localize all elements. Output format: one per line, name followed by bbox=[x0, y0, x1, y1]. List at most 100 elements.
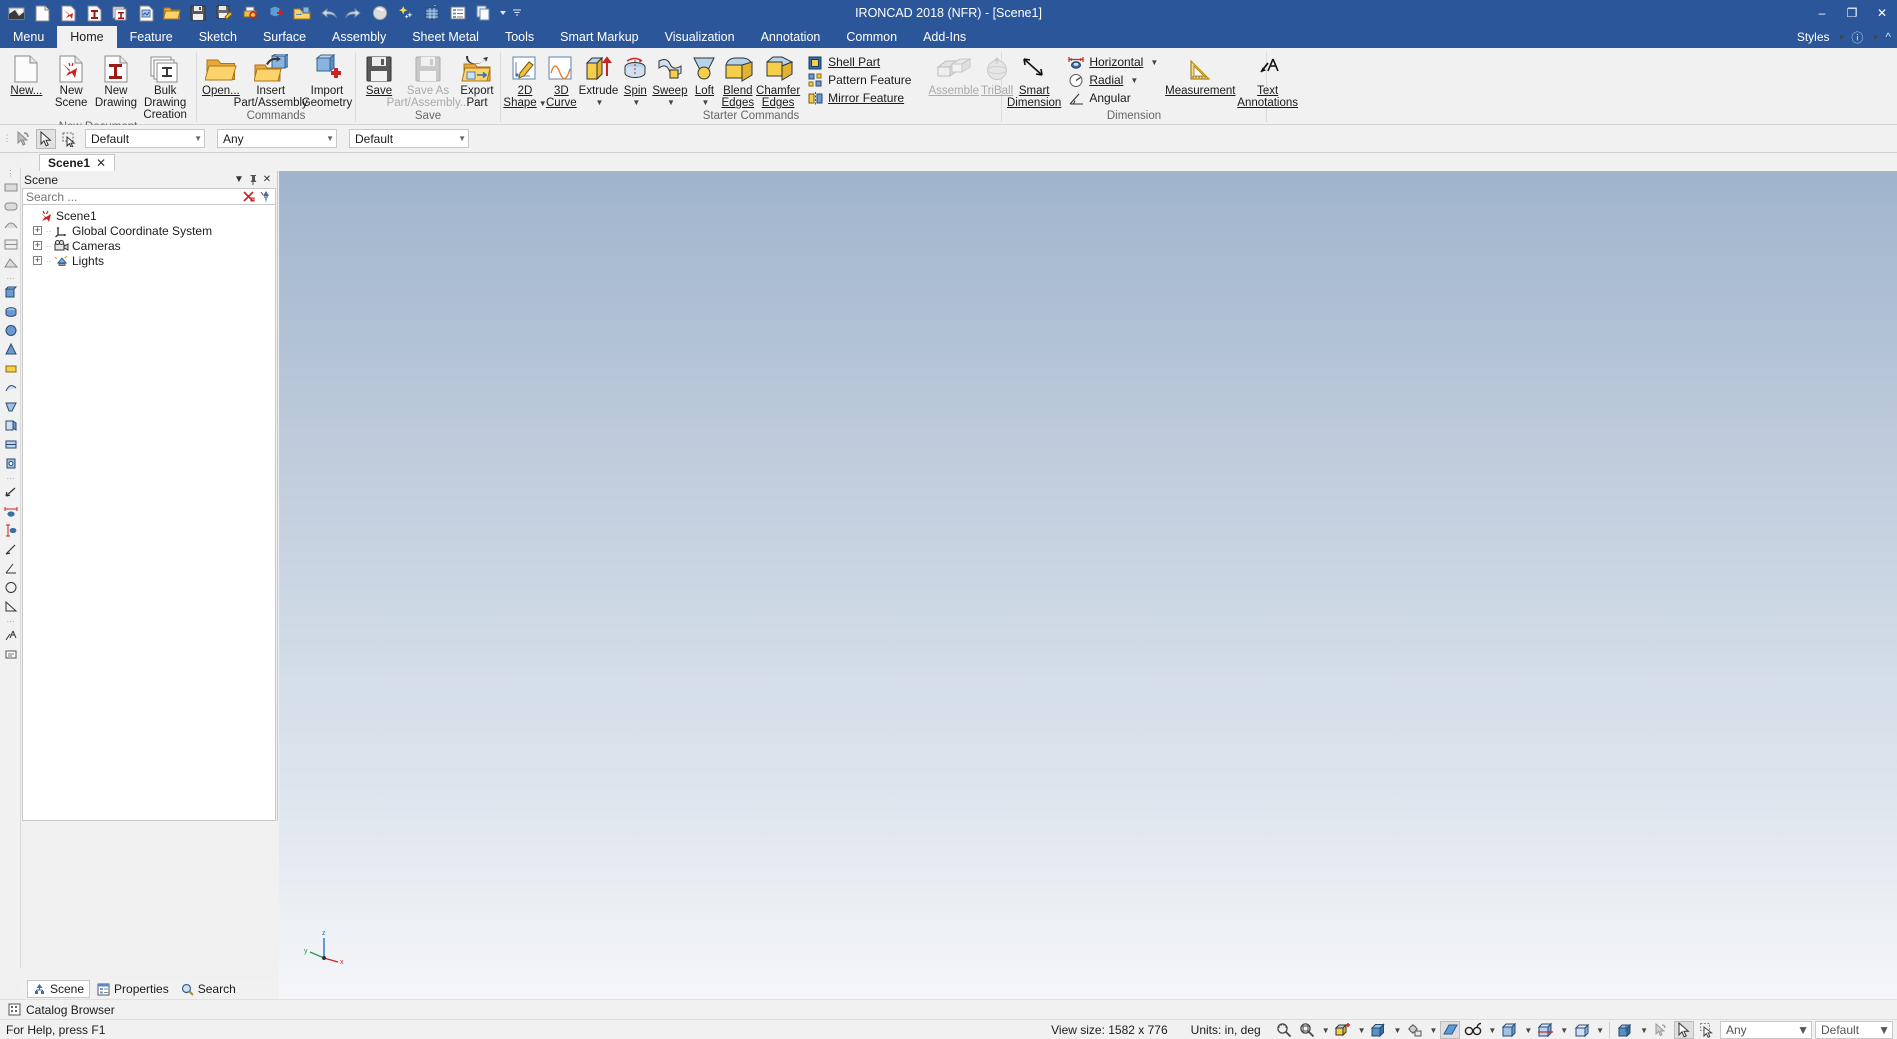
display-style-dropdown-icon[interactable]: ▼ bbox=[1524, 1026, 1532, 1035]
bulk-drawing-icon[interactable] bbox=[108, 2, 132, 24]
tree-filter-icon[interactable] bbox=[257, 189, 275, 204]
search-input[interactable] bbox=[23, 188, 239, 205]
status-filter-combo[interactable]: Any ▼ bbox=[1720, 1021, 1812, 1039]
annotation-tool-icon-1[interactable] bbox=[0, 626, 21, 645]
smart-dimension-button[interactable]: Smart Dimension bbox=[1006, 51, 1062, 109]
new-drawing-icon[interactable] bbox=[82, 2, 106, 24]
extrude-dropdown-icon[interactable]: ▼ bbox=[596, 97, 604, 109]
strip-grip[interactable]: ⋮ bbox=[0, 168, 21, 178]
horizontal-dimension-button[interactable]: Horizontal ▼ bbox=[1064, 53, 1162, 71]
dimension-tool-icon-6[interactable] bbox=[0, 578, 21, 597]
filter-combo[interactable]: Any ▼ bbox=[217, 129, 337, 148]
chevron-down-icon[interactable]: ▼ bbox=[454, 134, 466, 143]
render-button[interactable] bbox=[1615, 1021, 1635, 1039]
properties-icon[interactable] bbox=[446, 2, 470, 24]
dimension-tool-icon-7[interactable] bbox=[0, 597, 21, 616]
minimize-ribbon-icon[interactable]: ^ bbox=[1885, 30, 1891, 44]
chevron-down-icon[interactable]: ▼ bbox=[322, 134, 334, 143]
pick-cursor-icon[interactable] bbox=[36, 128, 56, 149]
chevron-down-icon[interactable]: ▼ bbox=[1878, 1023, 1890, 1037]
loft-button[interactable]: Loft ▼ bbox=[688, 51, 720, 109]
toolbar-grip[interactable]: ⋮ bbox=[3, 130, 12, 148]
sweep-button[interactable]: Sweep ▼ bbox=[651, 51, 688, 109]
save-as-part-assembly-button[interactable]: Save As Part/Assembly... bbox=[387, 51, 469, 109]
scope-combo[interactable]: Default ▼ bbox=[349, 129, 469, 148]
shape-tool-icon-3[interactable] bbox=[0, 321, 21, 340]
standard-views-button[interactable] bbox=[1369, 1021, 1389, 1039]
close-icon[interactable]: ✕ bbox=[96, 156, 106, 170]
scene-tree[interactable]: Scene1 + ·· Global Coordinate System + ·… bbox=[22, 205, 276, 821]
shape-tool-icon-1[interactable] bbox=[0, 283, 21, 302]
render-icon[interactable] bbox=[368, 2, 392, 24]
camera-view-dropdown-icon[interactable]: ▼ bbox=[1429, 1026, 1437, 1035]
tab-smart-markup[interactable]: Smart Markup bbox=[547, 26, 652, 48]
style-combo[interactable]: Default ▼ bbox=[85, 129, 205, 148]
extrude-button[interactable]: Extrude ▼ bbox=[578, 51, 620, 109]
undo-icon[interactable] bbox=[316, 2, 340, 24]
measurement-button[interactable]: Measurement bbox=[1164, 51, 1236, 97]
chevron-down-icon[interactable]: ▼ bbox=[190, 134, 202, 143]
angular-dimension-button[interactable]: Angular bbox=[1064, 89, 1162, 107]
qat-copy-dropdown-icon[interactable] bbox=[498, 2, 508, 24]
view-orientation-dropdown-icon[interactable]: ▼ bbox=[1358, 1026, 1366, 1035]
print-icon[interactable] bbox=[238, 2, 262, 24]
print-preview-button[interactable] bbox=[1571, 1021, 1591, 1039]
view-orientation-button[interactable] bbox=[1333, 1021, 1353, 1039]
tree-item-scene1[interactable]: Scene1 bbox=[28, 208, 275, 223]
maximize-button[interactable]: ❐ bbox=[1837, 0, 1867, 26]
tab-feature[interactable]: Feature bbox=[117, 26, 186, 48]
close-button[interactable]: ✕ bbox=[1867, 0, 1897, 26]
open-icon[interactable] bbox=[160, 2, 184, 24]
section-cube-dropdown-icon[interactable]: ▼ bbox=[1560, 1026, 1568, 1035]
mirror-feature-button[interactable]: Mirror Feature bbox=[803, 89, 915, 107]
new-drawing-button[interactable]: New Drawing bbox=[94, 51, 139, 109]
tab-common[interactable]: Common bbox=[833, 26, 910, 48]
spin-dropdown-icon[interactable]: ▼ bbox=[632, 97, 640, 109]
status-style-combo[interactable]: Default ▼ bbox=[1815, 1021, 1893, 1039]
dimension-tool-icon-1[interactable] bbox=[0, 483, 21, 502]
shape-tool-icon-9[interactable] bbox=[0, 435, 21, 454]
cursor-button[interactable] bbox=[1674, 1021, 1694, 1039]
zoom-area-button[interactable] bbox=[1274, 1021, 1294, 1039]
shape-tool-icon-2[interactable] bbox=[0, 302, 21, 321]
assemble-button[interactable]: Assemble bbox=[927, 51, 980, 97]
tab-add-ins[interactable]: Add-Ins bbox=[910, 26, 979, 48]
tab-home[interactable]: Home bbox=[57, 26, 117, 48]
shape-tool-icon-4[interactable] bbox=[0, 340, 21, 359]
grid-icon[interactable] bbox=[420, 2, 444, 24]
ironcad-logo-icon[interactable] bbox=[4, 2, 28, 24]
catalog-browser-bar[interactable]: Catalog Browser bbox=[0, 999, 1897, 1019]
panel-tab-search[interactable]: Search bbox=[176, 980, 241, 998]
new-sheet-icon[interactable] bbox=[134, 2, 158, 24]
import-geometry-icon[interactable] bbox=[290, 2, 314, 24]
print-preview-dropdown-icon[interactable]: ▼ bbox=[1596, 1026, 1604, 1035]
shape-tool-icon-6[interactable] bbox=[0, 378, 21, 397]
shape-tool-icon-7[interactable] bbox=[0, 397, 21, 416]
close-icon[interactable]: ✕ bbox=[260, 173, 274, 187]
snap-button[interactable] bbox=[1651, 1021, 1671, 1039]
sketch-tool-icon-3[interactable] bbox=[0, 216, 21, 235]
save-icon[interactable] bbox=[186, 2, 210, 24]
zoom-fit-button[interactable] bbox=[1297, 1021, 1317, 1039]
camera-view-button[interactable] bbox=[1404, 1021, 1424, 1039]
expand-icon[interactable]: + bbox=[33, 226, 42, 235]
bulk-drawing-creation-button[interactable]: Bulk Drawing Creation bbox=[138, 51, 192, 121]
chevron-down-icon[interactable]: ▼ bbox=[1797, 1023, 1809, 1037]
help-icon[interactable]: ⓘ bbox=[1851, 29, 1863, 46]
tab-sketch[interactable]: Sketch bbox=[186, 26, 250, 48]
insert-part-assembly-button[interactable]: Insert Part/Assembly bbox=[234, 51, 308, 109]
select-arrow-icon[interactable] bbox=[13, 129, 33, 149]
tab-surface[interactable]: Surface bbox=[250, 26, 319, 48]
dimension-tool-icon-2[interactable] bbox=[0, 502, 21, 521]
new-scene-button[interactable]: New Scene bbox=[49, 51, 94, 109]
render-dropdown-icon[interactable]: ▼ bbox=[1640, 1026, 1648, 1035]
tab-menu[interactable]: Menu bbox=[0, 26, 57, 48]
expand-icon[interactable]: + bbox=[33, 256, 42, 265]
tab-annotation[interactable]: Annotation bbox=[748, 26, 834, 48]
new-button[interactable]: New... bbox=[4, 51, 49, 97]
dimension-tool-icon-5[interactable] bbox=[0, 559, 21, 578]
help-dropdown-icon[interactable]: ▼ bbox=[1871, 33, 1879, 42]
insert-part-icon[interactable] bbox=[264, 2, 288, 24]
sketch-tool-icon-2[interactable] bbox=[0, 197, 21, 216]
section-cube-button[interactable] bbox=[1535, 1021, 1555, 1039]
